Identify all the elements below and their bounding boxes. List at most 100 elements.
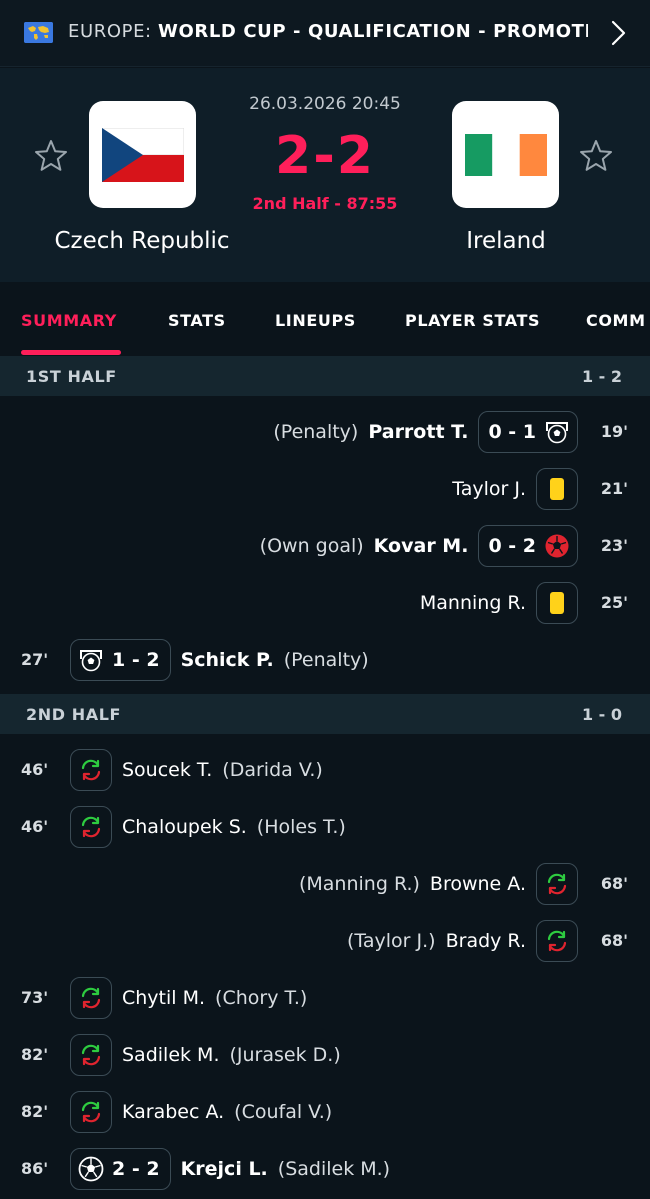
event-score: 2 - 2 [112, 1158, 160, 1180]
event-icon-box [536, 920, 578, 962]
event-row[interactable]: 82' Karabec A. (Coufal V.) [0, 1089, 650, 1135]
event-row[interactable]: Manning R. 25' [0, 580, 650, 626]
event-row[interactable]: 46' Chaloupek S. (Holes T.) [0, 804, 650, 850]
section-header-2nd-half: 2ND HALF 1 - 0 [0, 694, 650, 734]
event-minute: 19' [600, 422, 628, 441]
event-minute: 27' [21, 650, 49, 669]
event-detail: (Sadilek M.) [277, 1158, 391, 1180]
league-country: EUROPE: [68, 21, 152, 42]
event-minute: 46' [21, 817, 49, 836]
event-row[interactable]: (Manning R.) Browne A. 68' [0, 861, 650, 907]
event-minute: 86' [21, 1159, 49, 1178]
tab-player-stats[interactable]: PLAYER STATS [405, 311, 540, 330]
section-label: 2ND HALF [26, 705, 122, 724]
event-detail: (Darida V.) [222, 759, 323, 781]
event-detail: (Manning R.) [298, 873, 420, 895]
event-player[interactable]: Browne A. [430, 873, 526, 895]
substitution-arrows-icon [81, 1101, 101, 1123]
tab-commentary[interactable]: COMM [586, 311, 646, 330]
event-minute: 68' [600, 874, 628, 893]
event-row[interactable]: 46' Soucek T. (Darida V.) [0, 747, 650, 793]
event-player[interactable]: Manning R. [420, 592, 526, 614]
league-competition: WORLD CUP - QUALIFICATION - PROMOTION... [158, 21, 588, 42]
event-score-pill: 0 - 1 [478, 411, 578, 453]
league-bar[interactable]: EUROPE: WORLD CUP - QUALIFICATION - PROM… [0, 0, 650, 67]
event-row[interactable]: 73' Chytil M. (Chory T.) [0, 975, 650, 1021]
event-player[interactable]: Kovar M. [374, 535, 469, 557]
event-player[interactable]: Taylor J. [452, 478, 526, 500]
event-row[interactable]: 86' 2 - 2 Krejci L. (Sadilek M.) [0, 1146, 650, 1192]
event-minute: 82' [21, 1045, 49, 1064]
event-player[interactable]: Soucek T. [122, 759, 212, 781]
event-detail: (Penalty) [283, 649, 369, 671]
substitution-arrows-icon [547, 873, 567, 895]
event-player[interactable]: Parrott T. [368, 421, 468, 443]
own-goal-ball-icon [545, 534, 569, 558]
event-score: 1 - 2 [112, 649, 160, 671]
europe-flag-icon [24, 22, 53, 43]
substitution-arrows-icon [81, 759, 101, 781]
event-detail: (Jurasek D.) [229, 1044, 341, 1066]
event-player[interactable]: Chytil M. [122, 987, 205, 1009]
tab-lineups[interactable]: LINEUPS [275, 311, 356, 330]
yellow-card-icon [550, 592, 564, 614]
event-player[interactable]: Chaloupek S. [122, 816, 247, 838]
substitution-arrows-icon [81, 816, 101, 838]
tab-stats[interactable]: STATS [168, 311, 226, 330]
penalty-goal-icon [80, 650, 102, 672]
event-row[interactable]: (Penalty) Parrott T. 0 - 1 19' [0, 409, 650, 455]
event-minute: 21' [600, 479, 628, 498]
event-player[interactable]: Karabec A. [122, 1101, 224, 1123]
event-detail: (Taylor J.) [347, 930, 436, 952]
event-detail: (Coufal V.) [234, 1101, 333, 1123]
event-score-pill: 0 - 2 [478, 525, 578, 567]
section-score: 1 - 0 [581, 705, 622, 724]
event-detail: (Own goal) [259, 535, 364, 557]
event-minute: 46' [21, 760, 49, 779]
ireland-flag-icon [464, 133, 547, 176]
event-row[interactable]: 82' Sadilek M. (Jurasek D.) [0, 1032, 650, 1078]
event-icon-box [536, 582, 578, 624]
event-minute: 82' [21, 1102, 49, 1121]
event-player[interactable]: Brady R. [446, 930, 526, 952]
event-row[interactable]: (Own goal) Kovar M. 0 - 2 23' [0, 523, 650, 569]
yellow-card-icon [550, 478, 564, 500]
section-score: 1 - 2 [581, 367, 622, 386]
event-row[interactable]: 27' 1 - 2 Schick P. (Penalty) [0, 637, 650, 683]
event-icon-box [70, 977, 112, 1019]
section-header-1st-half: 1ST HALF 1 - 2 [0, 356, 650, 396]
event-row[interactable]: Taylor J. 21' [0, 466, 650, 512]
event-row[interactable]: (Taylor J.) Brady R. 68' [0, 918, 650, 964]
away-team-name[interactable]: Ireland [386, 228, 626, 254]
event-player[interactable]: Schick P. [181, 649, 274, 671]
substitution-arrows-icon [81, 1044, 101, 1066]
event-player[interactable]: Krejci L. [181, 1158, 268, 1180]
soccer-ball-icon [78, 1156, 104, 1182]
event-icon-box [536, 863, 578, 905]
home-team-name[interactable]: Czech Republic [22, 228, 262, 254]
event-player[interactable]: Sadilek M. [122, 1044, 220, 1066]
active-tab-indicator [21, 350, 121, 355]
event-detail: (Holes T.) [256, 816, 346, 838]
event-score: 0 - 1 [488, 421, 536, 443]
league-title: EUROPE: WORLD CUP - QUALIFICATION - PROM… [68, 21, 588, 42]
tab-summary[interactable]: SUMMARY [21, 311, 117, 330]
chevron-right-icon[interactable] [608, 18, 628, 48]
substitution-arrows-icon [547, 930, 567, 952]
match-header: 26.03.2026 20:45 2-2 2nd Half - 87:55 Cz… [0, 68, 650, 282]
favorite-away-star-icon[interactable] [578, 138, 614, 174]
event-minute: 73' [21, 988, 49, 1007]
away-team-logo[interactable] [452, 101, 559, 208]
event-icon-box [536, 468, 578, 510]
event-icon-box [70, 1034, 112, 1076]
event-minute: 25' [600, 593, 628, 612]
match-tabs: SUMMARY STATS LINEUPS PLAYER STATS COMM [0, 282, 650, 356]
event-score-pill: 2 - 2 [70, 1148, 171, 1190]
event-score: 0 - 2 [488, 535, 536, 557]
event-score-pill: 1 - 2 [70, 639, 171, 681]
substitution-arrows-icon [81, 987, 101, 1009]
event-icon-box [70, 1091, 112, 1133]
event-minute: 68' [600, 931, 628, 950]
section-label: 1ST HALF [26, 367, 117, 386]
event-detail: (Chory T.) [215, 987, 308, 1009]
